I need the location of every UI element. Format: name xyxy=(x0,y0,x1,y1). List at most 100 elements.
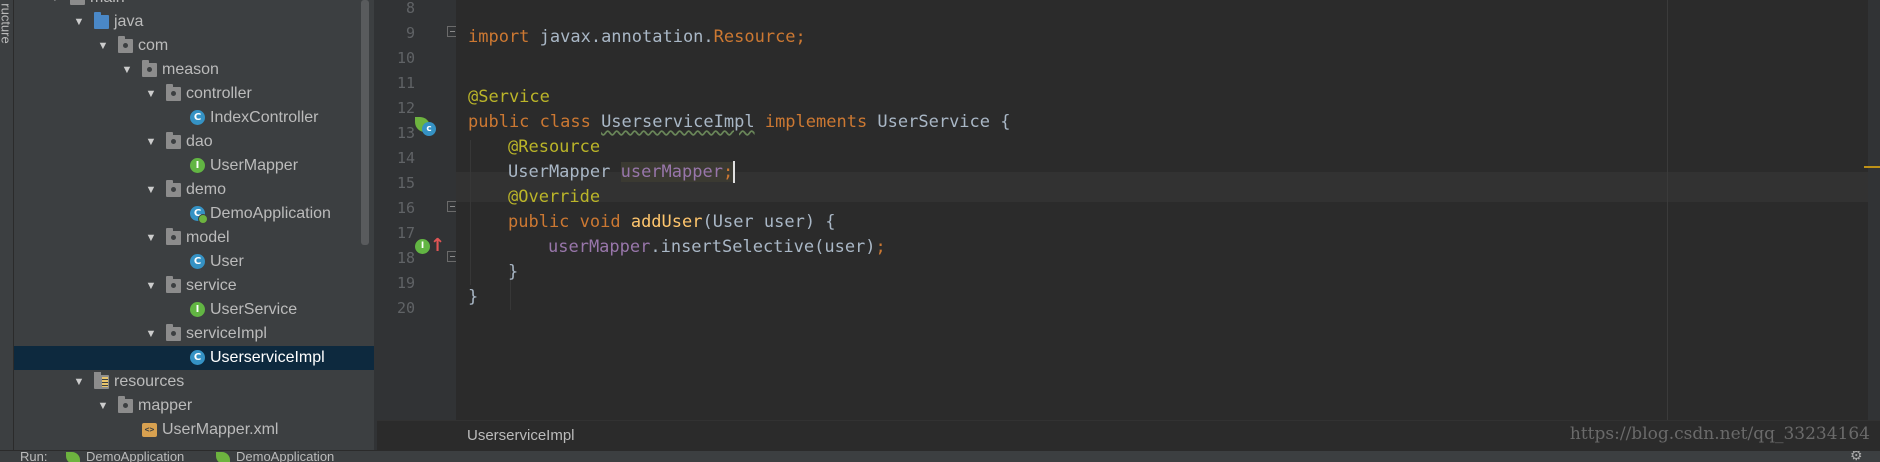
tree-item-usermapper[interactable]: I UserMapper xyxy=(14,154,374,178)
tree-item-label: UserMapper.xml xyxy=(162,421,279,438)
tree-item-demo[interactable]: ▼ demo xyxy=(14,178,374,202)
tree-item-usermapper-xml[interactable]: <> UserMapper.xml xyxy=(14,418,374,442)
tree-item-label: java xyxy=(114,13,144,30)
editor-error-stripe[interactable] xyxy=(1868,0,1880,420)
run-tab-label: DemoApplication xyxy=(86,450,185,462)
structure-tool-strip[interactable]: ructure xyxy=(0,0,14,450)
expand-arrow-icon[interactable]: ▼ xyxy=(72,10,86,34)
expand-arrow-icon[interactable]: ▼ xyxy=(96,34,110,58)
resources-folder-icon xyxy=(94,372,109,389)
tree-item-label: com xyxy=(138,37,169,54)
tree-item-dao[interactable]: ▼ dao xyxy=(14,130,374,154)
spring-class-icon: C xyxy=(190,206,208,224)
tree-item-label: serviceImpl xyxy=(186,325,267,342)
closing-brace: } xyxy=(508,262,519,282)
implements-keyword: implements xyxy=(754,112,878,132)
method-call: .insertSelective(user) xyxy=(650,237,876,257)
expand-arrow-icon[interactable]: ▼ xyxy=(144,130,158,154)
tree-item-model[interactable]: ▼ model xyxy=(14,226,374,250)
expand-arrow-icon[interactable]: ▼ xyxy=(144,322,158,346)
expand-arrow-icon[interactable]: ▼ xyxy=(48,0,62,10)
package-folder-icon xyxy=(166,84,181,101)
interface-icon: I xyxy=(190,158,205,173)
package-folder-icon xyxy=(166,276,181,293)
tree-item-userservice[interactable]: I UserService xyxy=(14,298,374,322)
field-reference: userMapper xyxy=(548,237,651,257)
code-line-17[interactable]: userMapper.insertSelective(user); xyxy=(548,232,886,262)
tree-item-label: UserserviceImpl xyxy=(210,349,325,366)
warning-stripe-mark[interactable] xyxy=(1864,166,1880,168)
semicolon: ; xyxy=(722,162,734,182)
expand-arrow-icon[interactable]: ▼ xyxy=(96,394,110,418)
semicolon: ; xyxy=(795,27,806,47)
breadcrumb[interactable]: UserserviceImpl xyxy=(467,421,575,451)
package-folder-icon xyxy=(118,36,133,53)
gear-icon[interactable]: ⚙ xyxy=(1850,451,1863,462)
right-margin-guide xyxy=(1667,0,1668,420)
code-editor[interactable]: import javax.annotation.Resource; @Servi… xyxy=(456,0,1880,420)
indent-guide xyxy=(470,140,471,285)
run-tab-demoapplication-2[interactable]: DemoApplication xyxy=(216,450,335,462)
class-keywords: public class xyxy=(468,112,602,132)
tree-item-indexcontroller[interactable]: C IndexController xyxy=(14,106,374,130)
service-annotation: @Service xyxy=(468,87,550,107)
field-name: userMapper xyxy=(620,162,723,182)
spring-bean-gutter-icon[interactable]: c xyxy=(415,117,437,137)
up-arrow-icon: ↑ xyxy=(430,235,446,256)
interface-name: UserService { xyxy=(877,112,1011,132)
tree-item-serviceimpl[interactable]: ▼ serviceImpl xyxy=(14,322,374,346)
package-folder-icon xyxy=(142,60,157,77)
tree-item-main[interactable]: ▼ main xyxy=(14,0,374,10)
expand-arrow-icon[interactable]: ▼ xyxy=(144,178,158,202)
tree-item-resources[interactable]: ▼ resources xyxy=(14,370,374,394)
method-name: addUser xyxy=(630,212,703,232)
import-keyword: import xyxy=(468,27,530,47)
expand-arrow-icon[interactable]: ▼ xyxy=(144,226,158,250)
spring-boot-icon xyxy=(66,451,80,462)
class-icon: C xyxy=(190,350,205,365)
semicolon: ; xyxy=(875,237,886,257)
tree-item-label: meason xyxy=(162,61,219,78)
tree-item-label: model xyxy=(186,229,230,246)
tree-item-mapper[interactable]: ▼ mapper xyxy=(14,394,374,418)
tree-item-service[interactable]: ▼ service xyxy=(14,274,374,298)
tree-item-java[interactable]: ▼ java xyxy=(14,10,374,34)
tree-item-meason[interactable]: ▼ meason xyxy=(14,58,374,82)
tree-item-label: IndexController xyxy=(210,109,319,126)
tree-item-demoapplication[interactable]: C DemoApplication xyxy=(14,202,374,226)
package-folder-icon xyxy=(166,324,181,341)
interface-badge-icon: I xyxy=(415,239,430,254)
package-folder-icon xyxy=(70,0,85,5)
resource-annotation: @Resource xyxy=(508,137,601,157)
editor-gutter[interactable]: 8 9 10 11 12 13 14 15 16 17 18 19 20 c I ↑ xyxy=(377,0,458,420)
expand-arrow-icon[interactable]: ▼ xyxy=(144,274,158,298)
code-line-19[interactable]: } xyxy=(468,282,478,312)
method-params: (User user) { xyxy=(702,212,836,232)
expand-arrow-icon[interactable]: ▼ xyxy=(72,370,86,394)
run-tab-label: DemoApplication xyxy=(236,450,335,462)
package-folder-icon xyxy=(166,228,181,245)
implements-method-gutter-icon[interactable]: I ↑ xyxy=(415,235,445,259)
project-tree[interactable]: ▼main▼java▼com▼meason▼controllerCIndexCo… xyxy=(14,0,374,450)
tree-item-com[interactable]: ▼ com xyxy=(14,34,374,58)
code-line-18[interactable]: } xyxy=(508,257,518,287)
structure-strip-label[interactable]: ructure xyxy=(0,3,14,43)
expand-arrow-icon[interactable]: ▼ xyxy=(144,82,158,106)
code-line-9[interactable]: import javax.annotation.Resource; xyxy=(468,22,806,52)
project-tree-scrollbar[interactable] xyxy=(361,0,369,245)
tree-item-user[interactable]: C User xyxy=(14,250,374,274)
expand-arrow-icon[interactable]: ▼ xyxy=(120,58,134,82)
tree-item-controller[interactable]: ▼ controller xyxy=(14,82,374,106)
package-folder-icon xyxy=(118,396,133,413)
package-folder-icon xyxy=(166,180,181,197)
run-label: Run: xyxy=(20,450,48,462)
tree-item-label: DemoApplication xyxy=(210,205,331,222)
watermark-url: https://blog.csdn.net/qq_33234164 xyxy=(1569,424,1870,444)
tree-item-label: demo xyxy=(186,181,227,198)
tree-item-userserviceimpl[interactable]: C UserserviceImpl xyxy=(14,346,374,370)
import-package: javax.annotation. xyxy=(529,27,714,47)
breadcrumb-bar: UserserviceImpl https://blog.csdn.net/qq… xyxy=(377,420,1880,450)
tree-item-label: User xyxy=(210,253,244,270)
run-tab-demoapplication[interactable]: DemoApplication xyxy=(66,450,185,462)
method-keywords: public void xyxy=(508,212,631,232)
